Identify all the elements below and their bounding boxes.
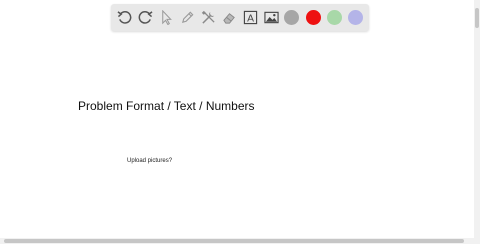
- color-green-swatch[interactable]: [327, 10, 342, 25]
- color-purple-swatch[interactable]: [348, 10, 363, 25]
- page-title: Problem Format / Text / Numbers: [78, 99, 255, 113]
- text-box-icon[interactable]: A: [242, 9, 259, 26]
- whiteboard-canvas[interactable]: Problem Format / Text / Numbers Upload p…: [0, 0, 472, 238]
- svg-text:A: A: [247, 14, 254, 25]
- image-icon[interactable]: [263, 9, 280, 26]
- horizontal-scrollbar[interactable]: [0, 238, 480, 244]
- pencil-icon[interactable]: [179, 9, 196, 26]
- vertical-scrollbar[interactable]: [474, 0, 480, 238]
- undo-icon[interactable]: [116, 9, 133, 26]
- vertical-scroll-thumb[interactable]: [475, 8, 479, 28]
- eraser-icon[interactable]: [221, 9, 238, 26]
- upload-pictures-link[interactable]: Upload pictures?: [127, 158, 172, 164]
- color-gray-swatch[interactable]: [284, 10, 299, 25]
- redo-icon[interactable]: [137, 9, 154, 26]
- horizontal-scroll-thumb[interactable]: [4, 239, 464, 243]
- color-red-swatch[interactable]: [306, 10, 321, 25]
- drawing-toolbar: A: [111, 4, 369, 31]
- tools-icon[interactable]: [200, 9, 217, 26]
- pointer-icon[interactable]: [158, 9, 175, 26]
